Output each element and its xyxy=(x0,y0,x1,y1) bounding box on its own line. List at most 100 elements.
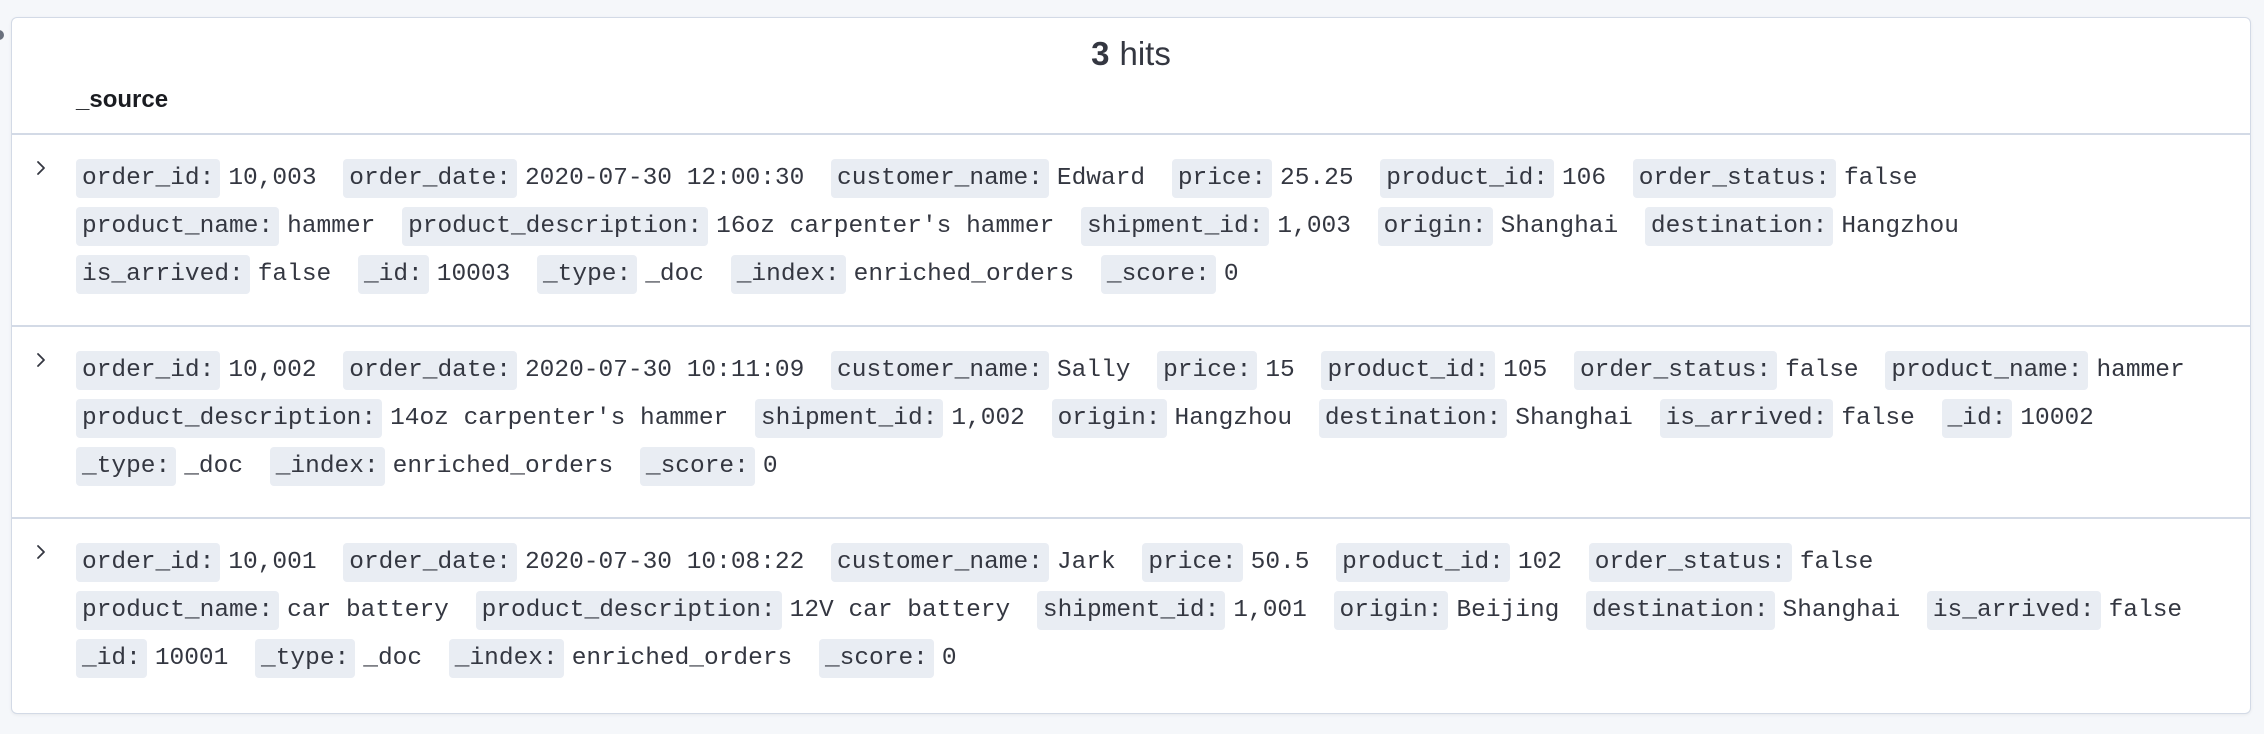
field-value: hammer xyxy=(2096,357,2185,384)
field-key: _index: xyxy=(269,447,385,486)
document-source: order_id: 10,002 order_date: 2020-07-30 10… xyxy=(76,347,2210,491)
field-value: Shanghai xyxy=(1782,597,1901,624)
expand-row-button[interactable] xyxy=(26,537,56,567)
document-field: customer_name: Jark xyxy=(831,543,1116,582)
document-field: _type: _doc xyxy=(536,255,704,294)
results-table: order_id: 10,003 order_date: 2020-07-30 12… xyxy=(12,133,2250,709)
field-key: is_arrived: xyxy=(1659,399,1834,438)
field-key: product_description: xyxy=(475,591,782,630)
document-field: is_arrived: false xyxy=(1926,591,2183,630)
field-key: destination: xyxy=(1586,591,1775,630)
field-key: customer_name: xyxy=(831,351,1049,390)
field-key: product_name: xyxy=(76,591,280,630)
field-value: 25.25 xyxy=(1280,165,1354,192)
field-value: enriched_orders xyxy=(392,453,614,480)
field-value: 1,001 xyxy=(1233,597,1307,624)
document-field: origin: Shanghai xyxy=(1377,207,1618,246)
field-key: _type: xyxy=(76,447,177,486)
field-key: _id: xyxy=(357,255,429,294)
hits-label: hits xyxy=(1119,35,1171,72)
field-key: _score: xyxy=(818,639,934,678)
field-key: _id: xyxy=(76,639,147,678)
field-value: enriched_orders xyxy=(853,261,1075,288)
document-field: _index: enriched_orders xyxy=(448,639,793,678)
document-field: customer_name: Sally xyxy=(831,351,1130,390)
field-key: order_date: xyxy=(343,351,517,390)
field-value: 10002 xyxy=(2020,405,2094,432)
expand-row-button[interactable] xyxy=(26,153,56,183)
field-key: shipment_id: xyxy=(1080,207,1270,246)
field-key: is_arrived: xyxy=(1926,591,2101,630)
table-row: order_id: 10,002 order_date: 2020-07-30 10… xyxy=(12,325,2250,517)
document-field: _score: 0 xyxy=(818,639,957,678)
field-key: _index: xyxy=(730,255,846,294)
document-field: origin: Beijing xyxy=(1333,591,1559,630)
field-value: Hangzhou xyxy=(1841,213,1959,240)
field-value: false xyxy=(257,261,332,288)
field-value: 1,002 xyxy=(951,405,1025,432)
field-value: _doc xyxy=(184,453,244,480)
document-field: _score: 0 xyxy=(1100,255,1239,294)
document-field: order_status: false xyxy=(1588,543,1874,582)
field-key: price: xyxy=(1142,543,1243,582)
chevron-right-icon xyxy=(37,545,45,559)
field-key: order_id: xyxy=(76,543,221,582)
field-key: price: xyxy=(1157,351,1258,390)
field-key: price: xyxy=(1171,159,1273,198)
field-key: customer_name: xyxy=(831,543,1049,582)
document-source: order_id: 10,001 order_date: 2020-07-30 10… xyxy=(76,539,2210,683)
field-value: Hangzhou xyxy=(1174,405,1293,432)
field-value: enriched_orders xyxy=(571,645,793,672)
document-field: order_id: 10,002 xyxy=(76,351,317,390)
field-value: 12V car battery xyxy=(789,597,1011,624)
field-key: product_name: xyxy=(1885,351,2089,390)
field-key: order_status: xyxy=(1573,351,1778,390)
field-key: product_name: xyxy=(76,207,280,246)
field-key: is_arrived: xyxy=(76,255,250,294)
document-field: shipment_id: 1,001 xyxy=(1036,591,1307,630)
field-value: false xyxy=(1799,549,1874,576)
chevron-right-icon xyxy=(37,353,45,367)
document-field: product_name: car battery xyxy=(76,591,449,630)
document-field: destination: Hangzhou xyxy=(1644,207,1959,246)
expand-row-button[interactable] xyxy=(26,345,56,375)
document-field: _type: _doc xyxy=(255,639,422,678)
field-key: shipment_id: xyxy=(1036,591,1226,630)
field-value: false xyxy=(1841,405,1915,432)
source-column-header[interactable]: _source xyxy=(76,84,168,116)
document-field: order_date: 2020-07-30 10:08:22 xyxy=(343,543,804,582)
field-key: origin: xyxy=(1377,207,1493,246)
field-value: 105 xyxy=(1503,357,1548,384)
document-field: product_id: 102 xyxy=(1336,543,1562,582)
field-value: 10,002 xyxy=(228,357,317,384)
document-field: product_id: 105 xyxy=(1321,351,1548,390)
field-key: product_description: xyxy=(76,399,383,438)
field-key: order_status: xyxy=(1588,543,1792,582)
field-key: customer_name: xyxy=(831,159,1049,198)
field-key: product_id: xyxy=(1380,159,1554,198)
field-value: 10003 xyxy=(436,261,511,288)
document-field: product_description: 14oz carpenter's ham… xyxy=(76,399,729,438)
field-value: 10,003 xyxy=(228,165,317,192)
document-field: product_name: hammer xyxy=(76,207,376,246)
edge-indicator xyxy=(0,30,4,40)
field-value: car battery xyxy=(287,597,449,624)
field-value: 14oz carpenter's hammer xyxy=(390,405,729,432)
document-field: price: 15 xyxy=(1157,351,1295,390)
field-value: 10001 xyxy=(154,645,229,672)
document-field: _type: _doc xyxy=(76,447,244,486)
document-field: order_date: 2020-07-30 12:00:30 xyxy=(343,159,804,198)
document-field: _index: enriched_orders xyxy=(269,447,614,486)
document-field: price: 25.25 xyxy=(1171,159,1354,198)
field-value: 1,003 xyxy=(1277,213,1351,240)
field-key: _score: xyxy=(1100,255,1216,294)
field-value: 0 xyxy=(762,453,778,480)
field-key: _type: xyxy=(536,255,638,294)
document-field: order_id: 10,001 xyxy=(76,543,317,582)
document-field: _score: 0 xyxy=(639,447,778,486)
field-value: Shanghai xyxy=(1515,405,1633,432)
field-value: hammer xyxy=(287,213,376,240)
hits-counter: 3 hits xyxy=(12,32,2250,76)
field-value: false xyxy=(2108,597,2183,624)
field-key: _score: xyxy=(639,447,755,486)
